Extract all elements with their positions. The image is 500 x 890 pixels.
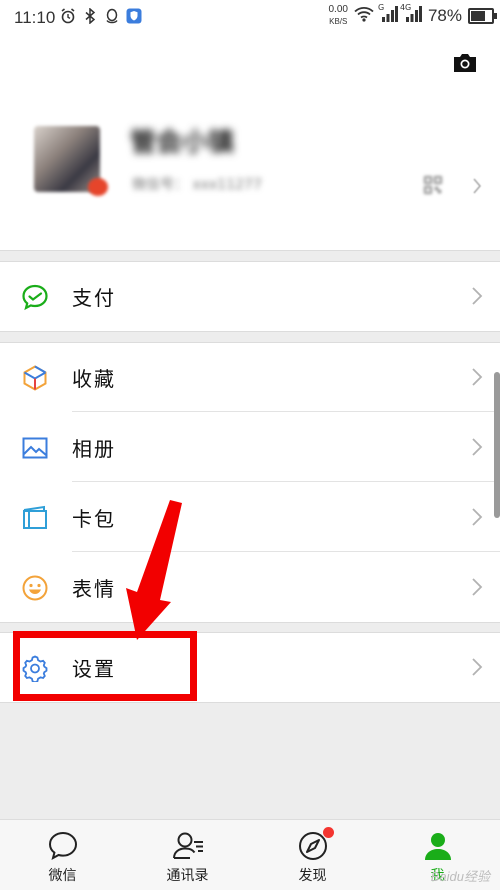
net-speed-value: 0.00 [328,4,348,15]
tab-label: 微信 [48,868,77,884]
compass-icon [296,827,334,863]
separator [0,622,500,623]
net-speed-unit: KB/S [329,17,348,26]
favorites-cube-icon [21,364,49,392]
menu-item-label: 卡包 [72,507,116,531]
battery-percent: 78% [427,6,462,25]
shield-icon [126,8,142,24]
contacts-icon [171,829,205,863]
profile-wxid: 微信号： xxx11277 [132,174,262,194]
separator [0,331,500,332]
status-bar: 11:10 0.00 KB/S G 4G 78% [0,0,500,34]
signal-icon: G [377,3,398,26]
qr-code-icon[interactable] [424,176,442,194]
menu-item-favorites[interactable]: 收藏 [0,342,500,412]
tab-discover[interactable]: 发现 [250,820,375,890]
menu-item-label: 支付 [72,286,116,310]
menu-item-label: 收藏 [72,367,116,391]
tab-label: 通讯录 [166,868,209,884]
tab-label: 发现 [298,868,327,884]
wxid-value: xxx11277 [192,177,262,193]
signal-2-label: 4G [399,3,412,12]
chevron-right-icon [470,654,484,680]
separator [0,702,500,703]
album-icon [21,434,49,462]
menu-item-album[interactable]: 相册 [0,412,500,482]
menu-group-main: 收藏 相册 卡包 表情 [0,342,500,622]
gear-icon [21,654,49,684]
net-speed: 0.00 KB/S [329,5,348,27]
chevron-right-icon [472,176,482,200]
menu-group-pay: 支付 [0,261,500,331]
tab-contacts[interactable]: 通讯录 [125,820,250,890]
avatar-badge [88,178,108,196]
bluetooth-icon [82,8,98,24]
profile-nickname: 管会小镇 [130,128,235,158]
watermark: Baidu经验 [430,869,490,884]
menu-item-label: 设置 [72,657,116,681]
menu-item-label: 表情 [72,577,116,601]
chevron-right-icon [470,574,484,600]
menu-item-pay[interactable]: 支付 [0,261,500,331]
chevron-right-icon [470,504,484,530]
status-icons-right: 0.00 KB/S G 4G 78% [329,3,497,27]
scrollbar[interactable] [494,372,500,518]
battery-icon [468,8,497,24]
separator [0,250,500,251]
notification-dot [322,827,334,838]
wifi-icon [354,6,374,26]
camera-icon[interactable] [452,52,478,74]
signal-1-label: G [377,3,385,12]
tab-chats[interactable]: 微信 [0,820,125,890]
card-wallet-icon [21,504,49,532]
menu-item-settings[interactable]: 设置 [0,632,500,702]
status-time: 11:10 [14,8,56,27]
tab-bar: 微信 通讯录 发现 我 [0,819,500,890]
menu-item-cards[interactable]: 卡包 [0,482,500,552]
signal-icon: 4G [400,3,422,26]
menu-item-label: 相册 [72,437,116,461]
menu-group-settings: 设置 [0,632,500,703]
wxid-label: 微信号： [132,177,188,193]
person-icon [421,829,455,863]
qq-icon [104,8,120,24]
menu-item-stickers[interactable]: 表情 [0,552,500,622]
alarm-icon [60,8,76,24]
profile-header[interactable]: 管会小镇 微信号： xxx11277 [0,34,500,250]
smiley-icon [21,574,49,602]
chevron-right-icon [470,364,484,390]
chat-bubble-icon [46,829,80,863]
battery-fill [471,11,486,21]
chevron-right-icon [470,434,484,460]
pay-icon [21,283,49,311]
chevron-right-icon [470,283,484,309]
status-icons-left [60,8,142,24]
